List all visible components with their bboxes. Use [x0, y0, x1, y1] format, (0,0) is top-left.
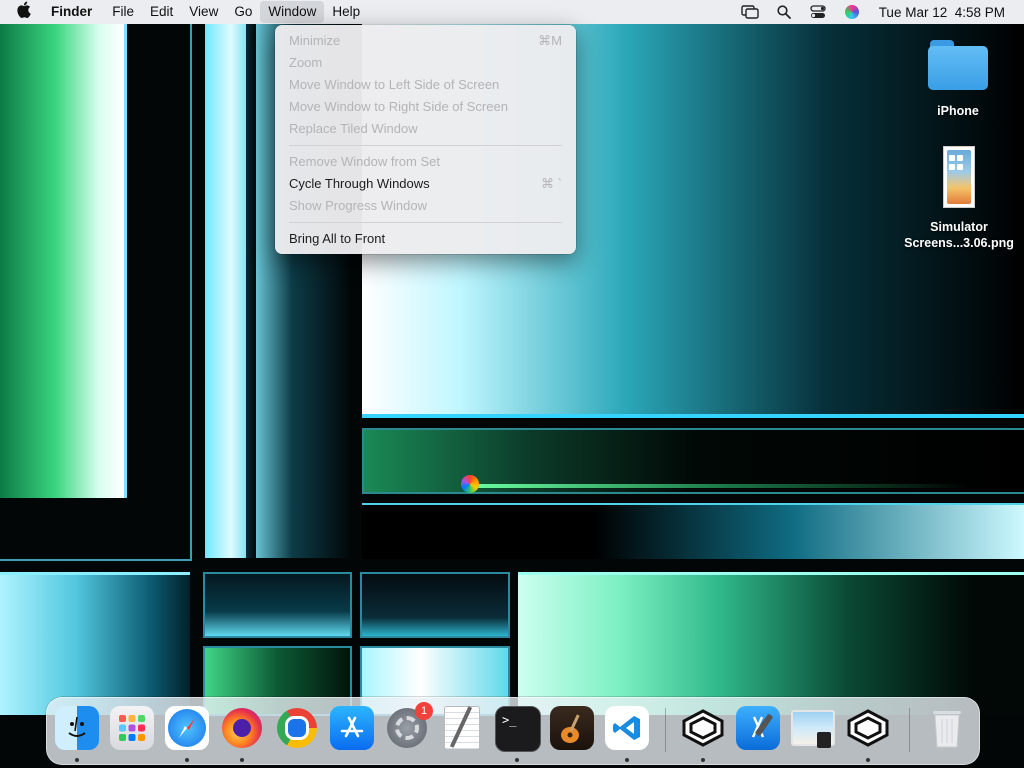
menu-bar: Finder File Edit View Go Window Help Tue… — [0, 0, 1024, 24]
menu-item-cycle-windows[interactable]: Cycle Through Windows ⌘ ` — [289, 174, 562, 194]
desktop-icon-iphone-folder[interactable]: iPhone — [912, 38, 1004, 118]
apple-logo-icon[interactable] — [0, 1, 43, 23]
menu-file[interactable]: File — [104, 1, 142, 23]
running-indicator — [240, 758, 244, 762]
menu-item-label: Cycle Through Windows — [289, 176, 430, 191]
terminal-icon[interactable]: >_ — [495, 706, 541, 752]
menu-item-replace-tiled: Replace Tiled Window — [289, 119, 562, 139]
desktop-icon-label: Simulator — [930, 220, 988, 234]
dock-separator — [909, 708, 910, 752]
running-indicator — [866, 758, 870, 762]
notification-badge: 1 — [415, 702, 433, 720]
spotlight-search-icon[interactable] — [767, 0, 801, 24]
firefox-icon[interactable] — [220, 706, 264, 750]
desktop-icon-label: Screens...3.06.png — [904, 236, 1014, 250]
menu-item-label: Bring All to Front — [289, 231, 386, 246]
running-indicator — [625, 758, 629, 762]
menu-app-name[interactable]: Finder — [43, 1, 104, 23]
menu-item-shortcut: ⌘ ` — [541, 176, 562, 191]
menu-item-move-right: Move Window to Right Side of Screen — [289, 97, 562, 117]
desktop-icon-simulator-screenshot[interactable]: Simulator Screens...3.06.png — [898, 146, 1020, 251]
menu-item-label: Move Window to Right Side of Screen — [289, 99, 508, 114]
running-indicator — [515, 758, 519, 762]
menu-edit[interactable]: Edit — [142, 1, 181, 23]
menu-item-label: Show Progress Window — [289, 198, 427, 213]
menu-item-shortcut: ⌘M — [538, 33, 562, 48]
chrome-icon[interactable] — [275, 706, 319, 750]
screen-mirroring-icon[interactable] — [733, 0, 767, 24]
garageband-icon[interactable] — [550, 706, 594, 750]
control-center-icon[interactable] — [801, 0, 835, 24]
spinning-wait-cursor-icon — [461, 475, 479, 493]
menubar-clock[interactable]: Tue Mar 12 4:58 PM — [869, 5, 1024, 20]
dock: 1 >_ — [46, 697, 980, 765]
folder-icon — [928, 38, 988, 90]
menu-window[interactable]: Window — [260, 1, 325, 23]
menu-item-minimize: Minimize ⌘M — [289, 31, 562, 51]
hexagon-app-icon[interactable] — [846, 706, 890, 750]
desktop-icon-label: iPhone — [937, 104, 979, 118]
running-indicator — [701, 758, 705, 762]
dock-separator — [665, 708, 666, 752]
menu-item-show-progress: Show Progress Window — [289, 196, 562, 216]
menu-item-label: Replace Tiled Window — [289, 121, 418, 136]
vscode-icon[interactable] — [605, 706, 649, 750]
menu-item-bring-all-front[interactable]: Bring All to Front — [289, 229, 562, 249]
menu-item-remove-from-set: Remove Window from Set — [289, 152, 562, 172]
menu-item-move-left: Move Window to Left Side of Screen — [289, 75, 562, 95]
hexagon-app-icon[interactable] — [681, 706, 725, 750]
image-file-icon — [943, 146, 975, 208]
app-store-icon[interactable] — [330, 706, 374, 750]
launchpad-icon[interactable] — [110, 706, 154, 750]
window-menu-dropdown: Minimize ⌘M Zoom Move Window to Left Sid… — [275, 25, 576, 254]
menu-view[interactable]: View — [181, 1, 226, 23]
menu-separator — [289, 222, 562, 223]
menu-item-label: Zoom — [289, 55, 323, 70]
safari-icon[interactable] — [165, 706, 209, 750]
xcode-icon[interactable] — [736, 706, 780, 750]
running-indicator — [185, 758, 189, 762]
menu-separator — [289, 145, 562, 146]
menu-item-label: Minimize — [289, 33, 341, 48]
trash-icon[interactable] — [925, 706, 969, 750]
running-indicator — [75, 758, 79, 762]
menu-go[interactable]: Go — [226, 1, 260, 23]
menu-help[interactable]: Help — [324, 1, 368, 23]
menu-item-zoom: Zoom — [289, 53, 562, 73]
preview-icon[interactable] — [791, 706, 835, 750]
menu-item-label: Remove Window from Set — [289, 154, 440, 169]
siri-icon[interactable] — [835, 0, 869, 24]
menu-item-label: Move Window to Left Side of Screen — [289, 77, 500, 92]
finder-icon[interactable] — [55, 706, 99, 750]
textedit-icon[interactable] — [440, 706, 484, 750]
